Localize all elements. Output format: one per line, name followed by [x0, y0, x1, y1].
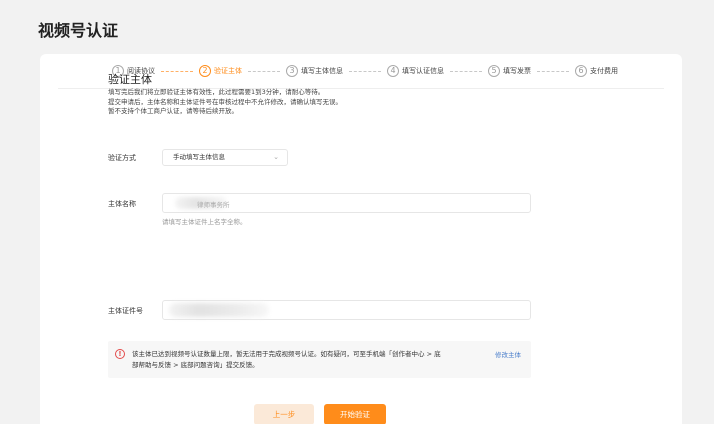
error-notice: ! 该主体已达到视频号认证数量上限，暂无法用于完成视频号认证。如有疑问，可至手机…	[108, 341, 531, 378]
step-number: 6	[575, 65, 587, 77]
start-verify-button[interactable]: 开始验证	[324, 404, 386, 424]
redacted-text	[169, 303, 269, 317]
chevron-down-icon: ⌄	[273, 153, 279, 161]
entity-id-input[interactable]	[162, 300, 531, 320]
stepper: 1 阅读协议 2 验证主体 3 填写主体信息 4 填写认证信息 5 填写发票 6…	[112, 63, 618, 79]
section-description: 填写完后我们将立即验证主体有效性，此过程需要1到3分钟，请耐心等待。 提交申请后…	[108, 88, 342, 117]
step-number: 5	[488, 65, 500, 77]
prev-button[interactable]: 上一步	[254, 404, 314, 424]
step-connector	[248, 70, 280, 72]
step-number: 4	[387, 65, 399, 77]
step-number: 3	[286, 65, 298, 77]
step-connector	[537, 70, 569, 72]
step-label: 填写主体信息	[301, 67, 343, 75]
step-label: 填写认证信息	[402, 67, 444, 75]
method-select-value: 手动填写主体信息	[173, 153, 225, 161]
step-connector	[450, 70, 482, 72]
entity-id-label: 主体证件号	[108, 307, 143, 315]
step-entity-info: 3 填写主体信息	[286, 65, 343, 77]
warning-icon: !	[115, 349, 125, 359]
entity-name-input[interactable]: 律师事务所	[162, 193, 531, 213]
step-connector	[161, 70, 193, 72]
step-label: 验证主体	[214, 67, 242, 75]
step-invoice: 5 填写发票	[488, 65, 531, 77]
step-label: 填写发票	[503, 67, 531, 75]
step-cert-info: 4 填写认证信息	[387, 65, 444, 77]
step-label: 支付费用	[590, 67, 618, 75]
notice-line: 该主体已达到视频号认证数量上限，暂无法用于完成视频号认证。如有疑问，可至手机端「…	[132, 350, 441, 358]
entity-name-hint: 请填写主体证件上名字全称。	[162, 218, 247, 226]
description-line: 暂不支持个体工商户认证，请等待后续开放。	[108, 107, 238, 116]
method-select[interactable]: 手动填写主体信息 ⌄	[162, 149, 288, 166]
step-verify-entity: 2 验证主体	[199, 65, 242, 77]
entity-name-value: 律师事务所	[197, 201, 230, 209]
change-entity-link[interactable]: 修改主体	[495, 349, 521, 359]
step-number: 2	[199, 65, 211, 77]
step-payment: 6 支付费用	[575, 65, 618, 77]
notice-line: 部帮助与反馈 > 底部问题咨询」提交反馈。	[132, 361, 259, 369]
step-connector	[349, 70, 381, 72]
page-title: 视频号认证	[38, 21, 119, 40]
entity-name-label: 主体名称	[108, 200, 136, 208]
section-title: 验证主体	[108, 73, 152, 86]
notice-text: 该主体已达到视频号认证数量上限，暂无法用于完成视频号认证。如有疑问，可至手机端「…	[132, 349, 441, 371]
description-line: 填写完后我们将立即验证主体有效性，此过程需要1到3分钟，请耐心等待。	[108, 88, 325, 96]
description-line: 提交申请后，主体名称和主体证件号在审核过程中不允许修改，请确认填写无误。	[108, 97, 342, 106]
method-label: 验证方式	[108, 154, 136, 162]
